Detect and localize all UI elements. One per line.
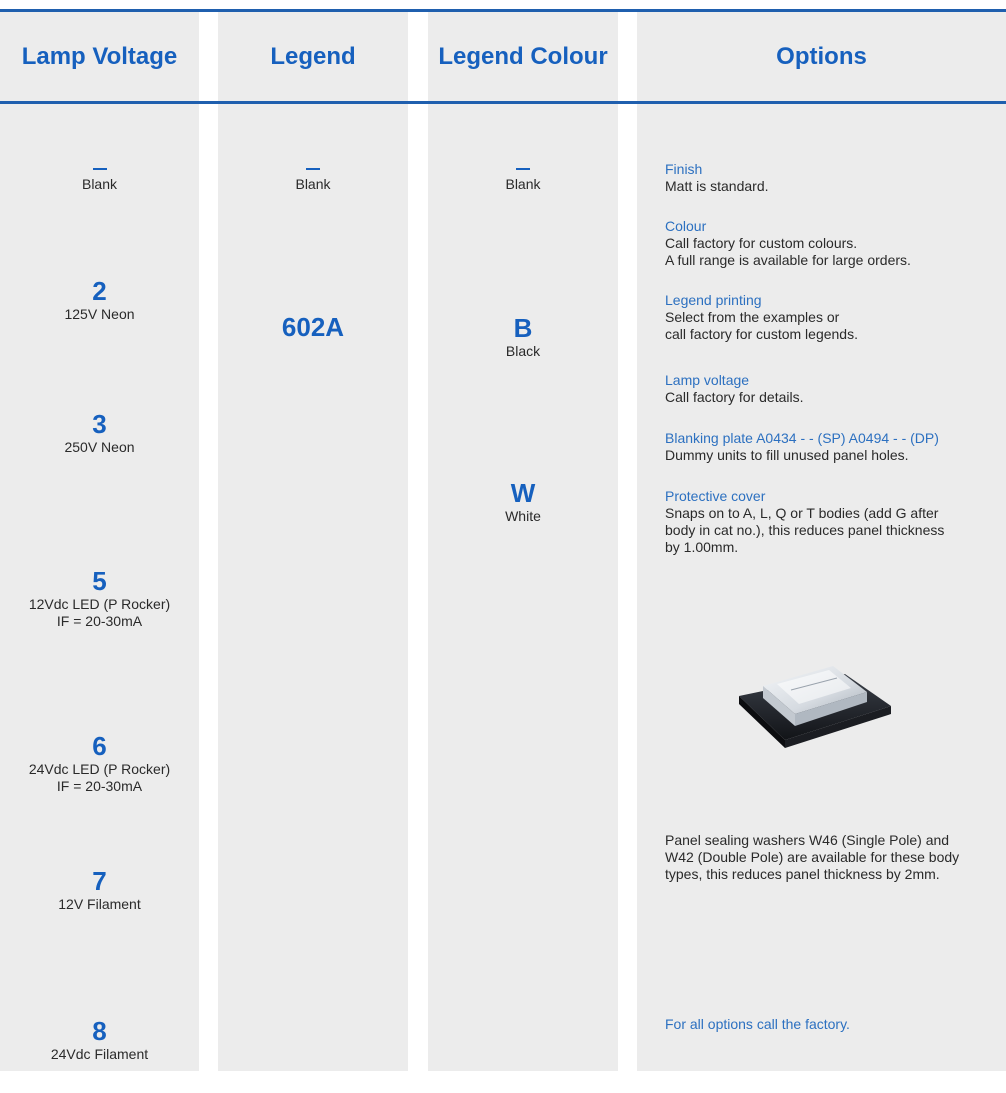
lamp-voltage-desc: 24Vdc LED (P Rocker) [28,761,171,777]
blank-dash [0,158,199,176]
header-options: Options [776,43,867,70]
option-finish: Finish Matt is standard. [665,161,995,195]
lamp-voltage-option: 8 24Vdc Filament [0,1016,199,1063]
legend-colour-option: W White [428,478,618,525]
lamp-voltage-code: 5 [92,566,107,596]
protective-cover-image [739,666,891,748]
option-body: Panel sealing washers W46 (Single Pole) … [665,832,950,848]
legend-colour-option: B Black [428,313,618,360]
option-body: body in cat no.), this reduces panel thi… [665,522,945,538]
option-title: Blanking plate A0434 - - (SP) A0494 - - … [665,430,939,446]
lamp-voltage-option: 7 12V Filament [0,866,199,913]
option-body: Dummy units to fill unused panel holes. [665,447,909,463]
header-legend-colour: Legend Colour [438,43,608,70]
lamp-voltage-code: 7 [92,866,107,896]
option-colour: Colour Call factory for custom colours. … [665,218,995,269]
lamp-voltage-option: 6 24Vdc LED (P Rocker) IF = 20-30mA [0,731,199,795]
lamp-voltage-desc-secondary: IF = 20-30mA [56,778,143,794]
lamp-voltage-option: 2 125V Neon [0,276,199,323]
top-divider [0,9,1006,12]
lamp-voltage-blank: Blank [0,158,199,193]
legend-desc: Blank [295,176,331,192]
legend-colour-code: W [510,478,536,508]
option-body: W42 (Double Pole) are available for thes… [665,849,960,865]
option-body: types, this reduces panel thickness by 2… [665,866,940,882]
lamp-voltage-code: 2 [92,276,107,306]
lamp-voltage-desc: Blank [81,176,118,192]
blank-dash [428,158,618,176]
option-title: Protective cover [665,488,766,504]
lamp-voltage-desc: 24Vdc Filament [50,1046,149,1062]
lamp-voltage-option: 3 250V Neon [0,409,199,456]
legend-option: 602A [218,312,408,342]
call-factory-note: For all options call the factory. [665,1016,850,1032]
legend-colour-blank: Blank [428,158,618,193]
option-body: Call factory for custom colours. [665,235,858,251]
lamp-voltage-desc: 125V Neon [64,306,135,322]
option-blanking-plate: Blanking plate A0434 - - (SP) A0494 - - … [665,430,995,464]
option-body: Call factory for details. [665,389,804,405]
option-body: Select from the examples or [665,309,840,325]
header-divider [0,101,1006,104]
legend-colour-desc: Black [505,343,541,359]
option-body: Matt is standard. [665,178,769,194]
option-legend-printing: Legend printing Select from the examples… [665,292,995,343]
option-body: call factory for custom legends. [665,326,858,342]
option-body: Snaps on to A, L, Q or T bodies (add G a… [665,505,939,521]
lamp-voltage-desc: 12V Filament [58,896,141,912]
lamp-voltage-code: 3 [92,409,107,439]
option-sealing-washers: Panel sealing washers W46 (Single Pole) … [665,832,995,883]
option-title: Lamp voltage [665,372,750,388]
option-title: Finish [665,161,703,177]
option-title: Legend printing [665,292,762,308]
option-lamp-voltage: Lamp voltage Call factory for details. [665,372,995,406]
lamp-voltage-code: 8 [92,1016,107,1046]
lamp-voltage-desc-secondary: IF = 20-30mA [56,613,143,629]
option-protective-cover: Protective cover Snaps on to A, L, Q or … [665,488,995,556]
option-body: by 1.00mm. [665,539,739,555]
blank-dash [218,158,408,176]
option-title: Colour [665,218,707,234]
option-body: A full range is available for large orde… [665,252,911,268]
legend-code: 602A [281,312,345,342]
header-lamp-voltage: Lamp Voltage [21,43,178,70]
lamp-voltage-option: 5 12Vdc LED (P Rocker) IF = 20-30mA [0,566,199,630]
lamp-voltage-desc: 12Vdc LED (P Rocker) [28,596,171,612]
header-legend: Legend [270,43,356,70]
legend-colour-desc: Blank [505,176,541,192]
legend-colour-code: B [513,313,533,343]
lamp-voltage-desc: 250V Neon [64,439,135,455]
legend-colour-desc: White [505,508,541,524]
legend-blank: Blank [218,158,408,193]
lamp-voltage-code: 6 [92,731,107,761]
